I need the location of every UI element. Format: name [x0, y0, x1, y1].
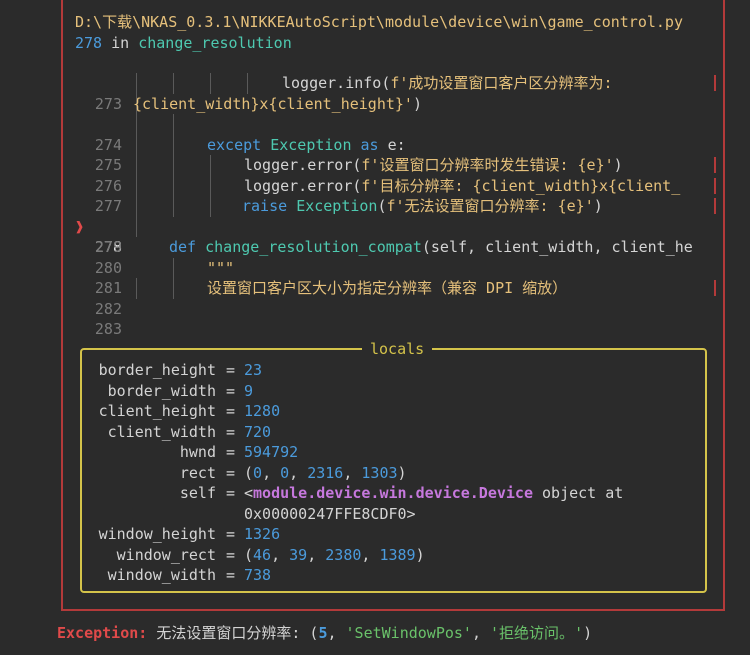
code-line: 282 设置窗口客户区大小为指定分辨率（兼容 DPI 缩放）: [75, 278, 723, 318]
header-in: in: [111, 33, 130, 52]
code-line: 283: [75, 299, 723, 338]
line-number: 283: [94, 320, 122, 338]
code-line-current: ❱ 278 raise Exception(f'无法设置窗口分辨率: {e}'): [75, 196, 723, 256]
code-line: 279: [75, 216, 723, 256]
exception-label: Exception:: [57, 624, 148, 642]
code-line: 281 """: [94, 257, 235, 297]
code-line: 273 logger.info(f'成功设置窗口客户区分辨率为:: [75, 73, 723, 113]
file-path[interactable]: D:\下载\NKAS_0.3.1\NIKKEAutoScript\module\…: [75, 13, 683, 31]
code-line: 280 def change_resolution_compat(self, c…: [94, 238, 693, 277]
header-line-number: 278: [75, 33, 103, 52]
code-line: 275 except Exception as e:: [94, 134, 406, 174]
code-line-wrap: {client_width}x{client_height}'): [133, 93, 422, 114]
locals-panel: locals border_height = 23 border_width = 9 c…: [80, 339, 707, 593]
code-listing: 273 logger.info(f'成功设置窗口客户区分辨率为: {client…: [75, 73, 723, 338]
exception-message: Exception: 无法设置窗口分辨率: (5, 'SetWindowPos'…: [57, 624, 593, 642]
code-line: 276 logger.error(f'设置窗口分辨率时发生错误: {e}'): [75, 155, 723, 195]
traceback-header: D:\下载\NKAS_0.3.1\NIKKEAutoScript\module\…: [75, 12, 683, 53]
code-line: 277 logger.error(f'目标分辨率: {client_width}…: [75, 175, 723, 215]
header-function: change_resolution: [138, 33, 292, 52]
locals-title: locals: [362, 339, 433, 359]
code-line: 274: [75, 114, 723, 154]
